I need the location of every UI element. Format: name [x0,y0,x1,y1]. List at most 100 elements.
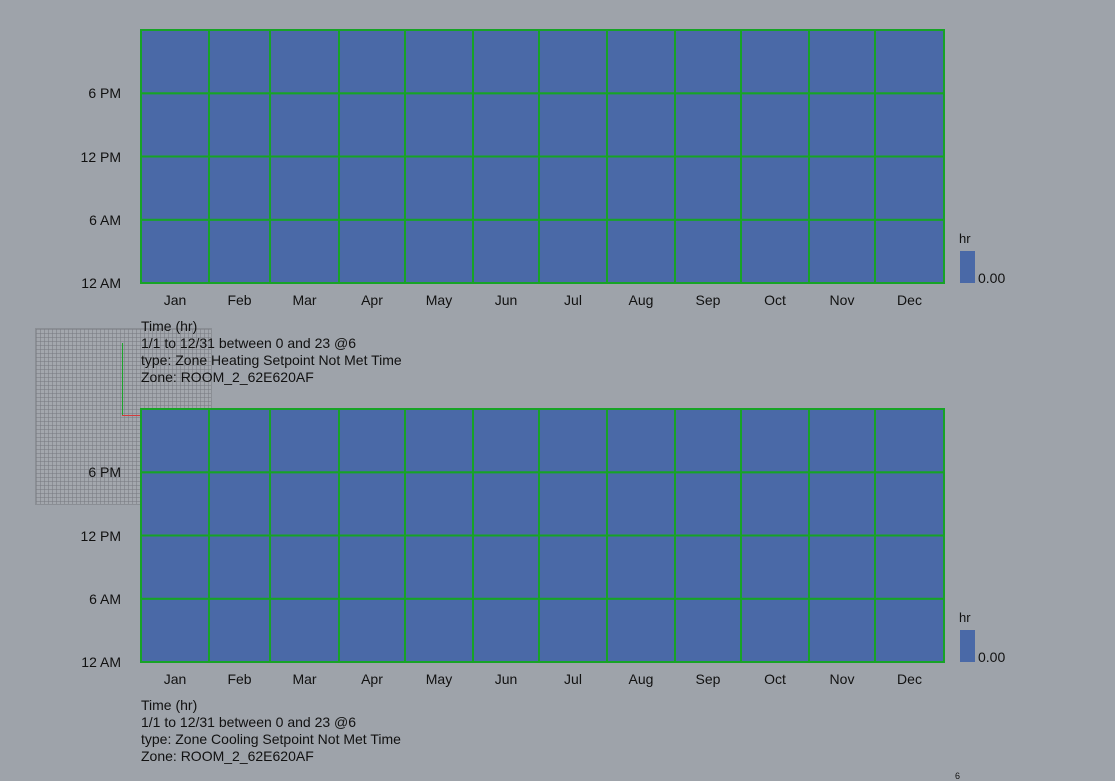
heatmap-cell [472,155,540,221]
heatmap-cell [404,471,474,537]
x-tick-label: Jun [494,671,518,687]
heatmap-cell [404,155,474,221]
heatmap-cell [606,471,676,537]
heatmap-cell [874,92,945,158]
heatmap-2 [140,408,945,663]
heatmap-cell [808,155,876,221]
heatmap-cell [404,29,474,95]
x-tick-label: Jul [564,671,582,687]
heatmap-cell [538,29,608,95]
heatmap-1 [140,29,945,284]
heatmap-cell [269,471,340,537]
x-tick-label: Jan [163,292,187,308]
x-tick-label: Feb [227,671,252,687]
heatmap-cell [740,29,810,95]
heatmap-cell [208,92,271,158]
heatmap-cell [674,218,742,284]
heatmap-cell [538,218,608,284]
green-axis-line [122,343,123,416]
heatmap-cell [404,92,474,158]
legend-swatch [960,251,975,283]
heatmap-cell [538,92,608,158]
heatmap-cell [808,92,876,158]
heatmap-cell [140,408,210,474]
x-tick-label: Feb [227,292,252,308]
heatmap-cell [606,29,676,95]
y-tick-label: 6 PM [88,85,121,102]
heatmap-cell [606,534,676,600]
heatmap-cell [404,597,474,663]
heatmap-cell [674,92,742,158]
legend-swatch [960,630,975,662]
x-tick-label: Dec [897,292,922,308]
heatmap-cell [208,597,271,663]
heatmap-cell [472,534,540,600]
heatmap-cell [740,471,810,537]
heatmap-cell [606,155,676,221]
x-tick-label: Apr [361,292,383,308]
heatmap-cell [472,218,540,284]
heatmap-cell [538,534,608,600]
heatmap-cell [740,534,810,600]
heatmap-cell [269,218,340,284]
heatmap-cell [208,408,271,474]
heatmap-cell [538,471,608,537]
legend-unit-label: hr [959,610,971,625]
heatmap-cell [808,218,876,284]
caption-line: Zone: ROOM_2_62E620AF [141,369,314,385]
heatmap-cell [208,471,271,537]
heatmap-cell [338,597,406,663]
heatmap-cell [808,534,876,600]
heatmap-cell [140,534,210,600]
heatmap-cell [208,534,271,600]
heatmap-cell [208,29,271,95]
x-tick-label: Sep [695,671,721,687]
heatmap-cell [338,471,406,537]
heatmap-cell [740,597,810,663]
x-tick-label: Jan [163,671,187,687]
x-tick-label: Jul [564,292,582,308]
heatmap-cell [140,471,210,537]
heatmap-cell [674,155,742,221]
caption-line: type: Zone Heating Setpoint Not Met Time [141,352,402,368]
caption-line: Time (hr) [141,318,198,334]
x-tick-label: Dec [897,671,922,687]
x-tick-label: Nov [829,292,855,308]
y-tick-label: 6 AM [89,590,121,607]
heatmap-cell [269,155,340,221]
heatmap-cell [140,29,210,95]
x-tick-label: Oct [764,292,786,308]
heatmap-cell [338,218,406,284]
chart-caption: Time (hr) 1/1 to 12/31 between 0 and 23 @… [141,697,401,765]
heatmap-cell [472,92,540,158]
x-tick-label: Aug [628,671,654,687]
corner-glyph: 6 [955,771,961,781]
x-tick-label: May [425,292,453,308]
x-tick-label: Sep [695,292,721,308]
heatmap-cell [674,471,742,537]
caption-line: 1/1 to 12/31 between 0 and 23 @6 [141,714,357,730]
x-tick-label: Mar [292,292,317,308]
heatmap-cell [606,218,676,284]
heatmap-cell [606,597,676,663]
heatmap-cell [140,155,210,221]
heatmap-cell [874,218,945,284]
heatmap-cell [338,155,406,221]
heatmap-cell [269,534,340,600]
heatmap-cell [472,29,540,95]
heatmap-cell [269,408,340,474]
heatmap-cell [538,597,608,663]
heatmap-cell [874,29,945,95]
heatmap-cell [338,92,406,158]
y-tick-label: 12 AM [81,275,121,291]
heatmap-cell [874,155,945,221]
y-tick-label: 12 PM [80,148,121,165]
heatmap-cell [874,534,945,600]
x-tick-label: Nov [829,671,855,687]
y-tick-label: 6 PM [88,464,121,481]
x-tick-label: May [425,671,453,687]
heatmap-cell [674,534,742,600]
heatmap-cell [338,29,406,95]
x-tick-label: Oct [764,671,786,687]
heatmap-cell [874,471,945,537]
